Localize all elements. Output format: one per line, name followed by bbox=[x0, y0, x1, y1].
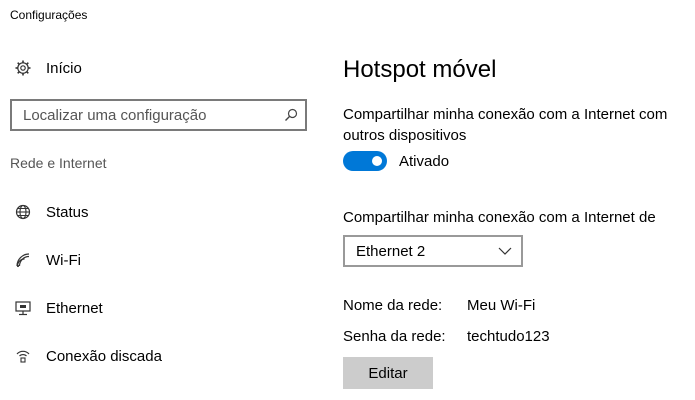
share-from-value: Ethernet 2 bbox=[356, 243, 426, 260]
sidebar-item-wifi[interactable]: Wi-Fi bbox=[14, 248, 81, 272]
sidebar-item-label: Wi-Fi bbox=[46, 251, 81, 269]
toggle-state-label: Ativado bbox=[399, 152, 450, 170]
sidebar-item-ethernet[interactable]: Ethernet bbox=[14, 296, 103, 320]
dialup-icon bbox=[14, 347, 32, 365]
toggle-knob bbox=[372, 156, 382, 166]
ethernet-icon bbox=[14, 299, 32, 317]
chevron-down-icon bbox=[497, 244, 513, 258]
main-panel: Hotspot móvel Compartilhar minha conexão… bbox=[343, 0, 695, 400]
globe-icon bbox=[14, 203, 32, 221]
hotspot-toggle[interactable] bbox=[343, 151, 387, 171]
edit-button[interactable]: Editar bbox=[343, 357, 433, 389]
network-password-label: Senha da rede: bbox=[343, 328, 446, 345]
network-name-value: Meu Wi-Fi bbox=[467, 297, 536, 314]
search-icon[interactable] bbox=[283, 107, 299, 123]
search-box[interactable] bbox=[10, 99, 307, 131]
network-name-label: Nome da rede: bbox=[343, 297, 443, 314]
sidebar-home-label: Início bbox=[46, 59, 82, 77]
sidebar-item-label: Status bbox=[46, 203, 89, 221]
share-from-dropdown[interactable]: Ethernet 2 bbox=[343, 235, 523, 267]
sidebar-item-label: Conexão discada bbox=[46, 347, 162, 365]
sidebar-item-dialup[interactable]: Conexão discada bbox=[14, 344, 162, 368]
page-title: Hotspot móvel bbox=[343, 56, 497, 83]
hotspot-toggle-row: Ativado bbox=[343, 151, 449, 171]
share-description: Compartilhar minha conexão com a Interne… bbox=[343, 106, 668, 144]
sidebar: Início Rede e Internet Status bbox=[0, 0, 320, 400]
search-input[interactable] bbox=[12, 101, 272, 129]
sidebar-item-label: Ethernet bbox=[46, 299, 103, 317]
sidebar-home[interactable]: Início bbox=[14, 59, 82, 77]
share-from-label: Compartilhar minha conexão com a Interne… bbox=[343, 209, 656, 226]
section-label: Rede e Internet bbox=[10, 155, 107, 171]
network-password-value: techtudo123 bbox=[467, 328, 550, 345]
wifi-icon bbox=[14, 251, 32, 269]
gear-icon bbox=[14, 59, 32, 77]
sidebar-item-status[interactable]: Status bbox=[14, 200, 89, 224]
